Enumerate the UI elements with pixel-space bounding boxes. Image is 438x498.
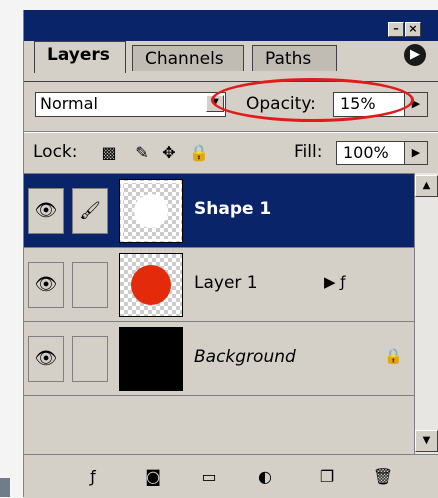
- minimize-icon[interactable]: –: [388, 22, 404, 37]
- tab-strip: Layers Channels Paths ▶: [24, 41, 438, 81]
- palette-titlebar: – ×: [24, 10, 438, 41]
- add-mask-icon[interactable]: ◙: [140, 465, 166, 489]
- highlight-ring: [211, 78, 414, 122]
- link-slot[interactable]: [72, 262, 108, 308]
- layers-list: 👁 🖌 Shape 1 👁 Layer 1 ▶ ƒ 👁 Background 🔒: [24, 173, 414, 455]
- layer-name: Layer 1: [194, 273, 258, 293]
- blend-mode-value: Normal: [40, 94, 98, 113]
- tab-paths[interactable]: Paths: [252, 45, 337, 71]
- layer-row-shape-1[interactable]: 👁 🖌 Shape 1: [24, 174, 414, 248]
- brush-icon[interactable]: 🖌: [72, 188, 108, 234]
- white-shape: [134, 194, 168, 228]
- link-slot[interactable]: [72, 336, 108, 382]
- eye-icon[interactable]: 👁: [28, 262, 64, 308]
- fill-label: Fill:: [294, 142, 323, 162]
- layer-name: Background: [194, 347, 296, 367]
- fill-value: 100%: [343, 143, 389, 162]
- delete-layer-icon[interactable]: 🗑: [370, 465, 396, 489]
- eye-icon[interactable]: 👁: [28, 188, 64, 234]
- background-edge: [0, 478, 10, 497]
- fill-slider-arrow-icon[interactable]: ▶: [404, 141, 428, 165]
- new-layer-icon[interactable]: ❐: [314, 465, 340, 489]
- palette-bottom-toolbar: ƒ ◙ ▭ ◐ ❐ 🗑: [24, 454, 438, 498]
- layer-effects-icon[interactable]: ▶ ƒ: [324, 273, 346, 291]
- adjustment-layer-icon[interactable]: ◐: [252, 465, 278, 489]
- layer-thumbnail[interactable]: [119, 179, 183, 243]
- lock-label: Lock:: [33, 142, 78, 162]
- tab-channels[interactable]: Channels: [132, 45, 244, 71]
- scrollbar[interactable]: ▲ ▼: [414, 173, 438, 454]
- layer-thumbnail[interactable]: [119, 327, 183, 391]
- layer-row-layer-1[interactable]: 👁 Layer 1 ▶ ƒ: [24, 248, 414, 322]
- layer-thumbnail[interactable]: [119, 253, 183, 317]
- eye-icon[interactable]: 👁: [28, 336, 64, 382]
- lock-fill-row: Lock: ▩ ✎ ✥ 🔒 Fill: 100% ▶: [24, 133, 438, 173]
- new-group-icon[interactable]: ▭: [196, 465, 222, 489]
- layer-row-background[interactable]: 👁 Background 🔒: [24, 322, 414, 396]
- add-style-icon[interactable]: ƒ: [80, 465, 106, 489]
- blend-mode-select[interactable]: Normal ▼: [35, 92, 226, 117]
- lock-icon: 🔒: [384, 347, 403, 365]
- panel-menu-icon[interactable]: ▶: [404, 44, 426, 66]
- scroll-up-icon[interactable]: ▲: [415, 175, 438, 197]
- tab-layers[interactable]: Layers: [34, 41, 126, 73]
- layer-name: Shape 1: [194, 199, 272, 219]
- lock-all-icon[interactable]: 🔒: [188, 142, 210, 164]
- lock-paint-icon[interactable]: ✎: [131, 142, 153, 164]
- lock-move-icon[interactable]: ✥: [158, 142, 180, 164]
- close-icon[interactable]: ×: [405, 22, 421, 37]
- scroll-down-icon[interactable]: ▼: [415, 430, 438, 452]
- red-circle: [131, 265, 171, 305]
- lock-transparency-icon[interactable]: ▩: [98, 142, 120, 164]
